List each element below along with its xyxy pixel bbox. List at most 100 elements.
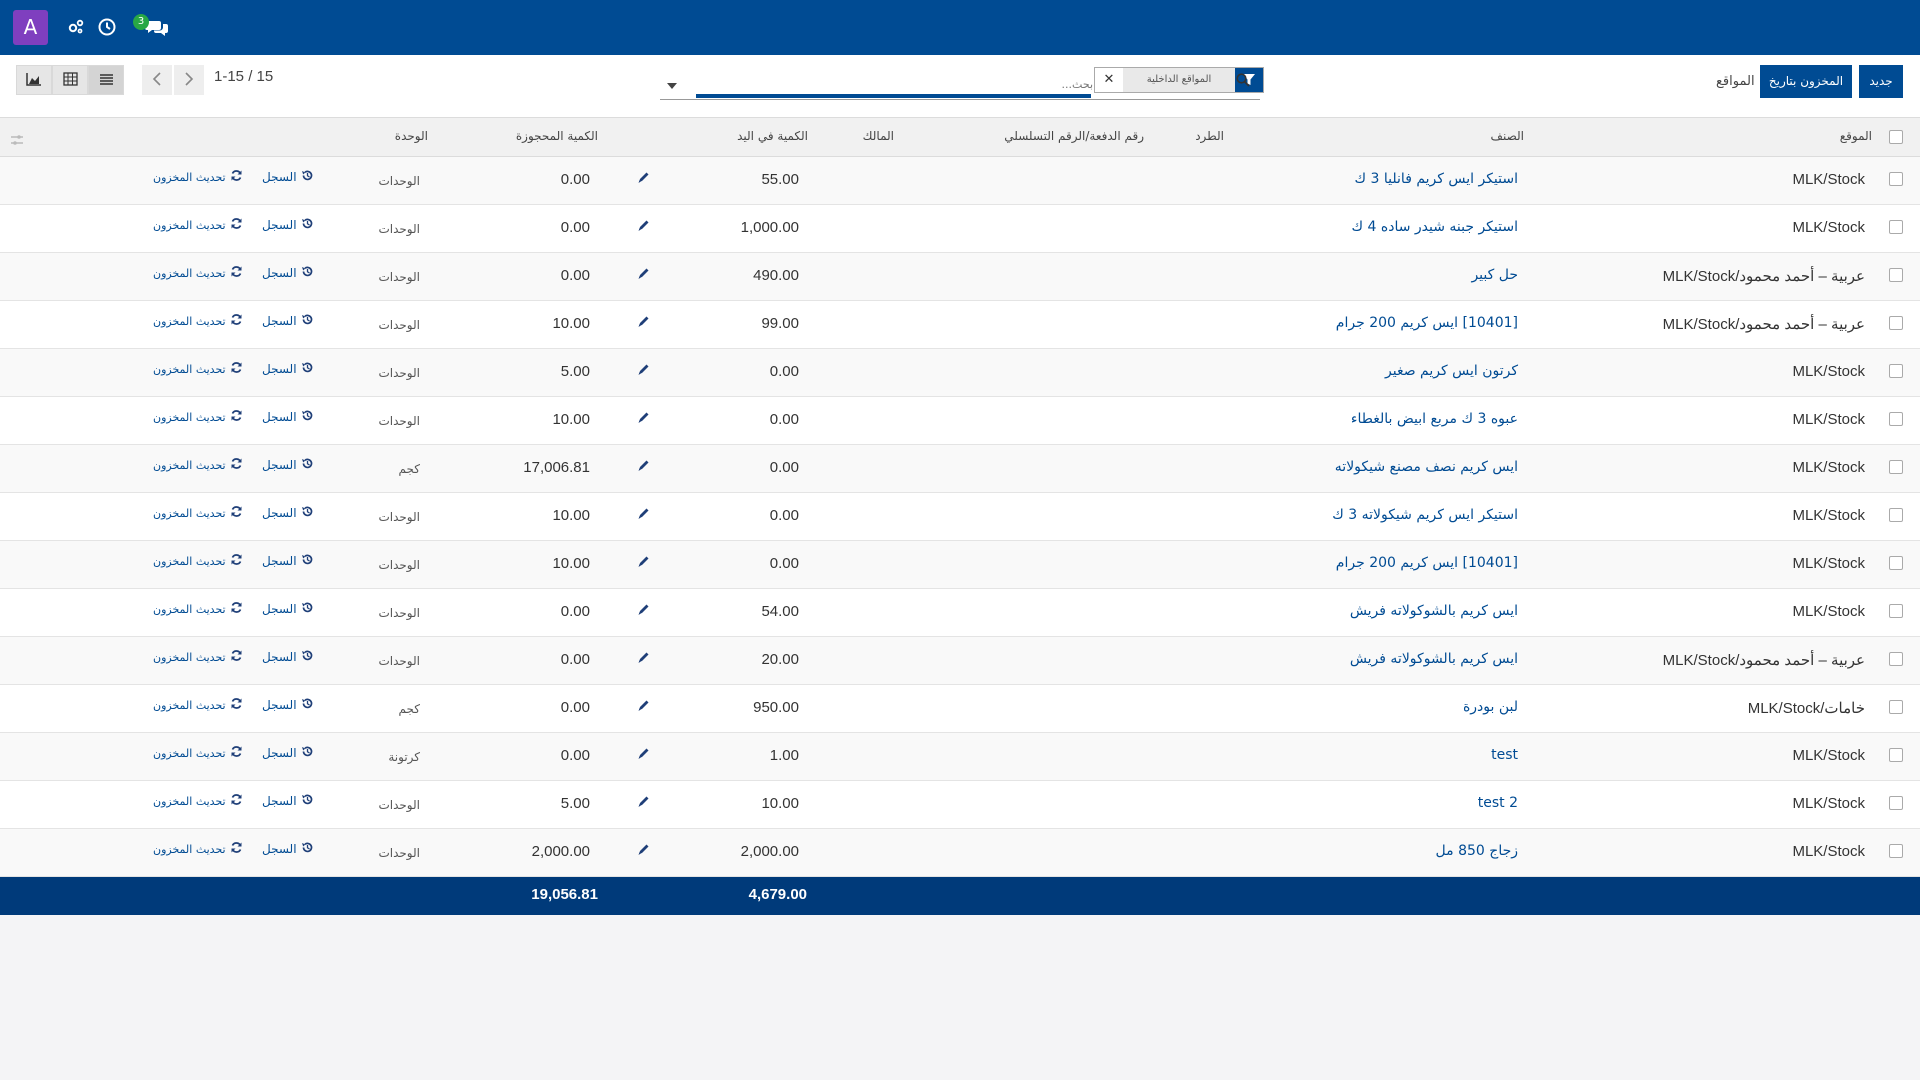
cell-product-link[interactable]: زجاج 850 مل bbox=[1436, 843, 1518, 859]
update-quantity-button[interactable]: تحديث المخزون bbox=[153, 745, 243, 761]
pager-previous-button[interactable] bbox=[142, 65, 172, 95]
table-row[interactable]: MLK/Stock استيكر جبنه شيدر ساده 4 ك 1,000.… bbox=[0, 205, 1920, 253]
history-button[interactable]: السجل bbox=[262, 457, 314, 473]
cell-product-link[interactable]: كرتون ايس كريم صغير bbox=[1385, 363, 1518, 379]
row-checkbox[interactable] bbox=[1889, 412, 1903, 426]
table-row[interactable]: MLK/Stock/عربية – أحمد محمود [10401] ايس … bbox=[0, 301, 1920, 349]
column-settings-icon[interactable] bbox=[10, 131, 24, 150]
history-button[interactable]: السجل bbox=[262, 169, 314, 185]
table-row[interactable]: MLK/Stock زجاج 850 مل 2,000.00 2,000.00 الوح… bbox=[0, 829, 1920, 877]
row-checkbox[interactable] bbox=[1889, 652, 1903, 666]
table-row[interactable]: MLK/Stock عبوه 3 ك مربع ابيض بالغطاء 0.00 1… bbox=[0, 397, 1920, 445]
header-owner[interactable]: المالك bbox=[863, 129, 894, 143]
clock-icon[interactable] bbox=[97, 17, 117, 37]
select-all-checkbox[interactable] bbox=[1889, 130, 1903, 144]
header-qty-on-hand[interactable]: الكمية في اليد bbox=[737, 129, 808, 143]
update-quantity-button[interactable]: تحديث المخزون bbox=[153, 265, 243, 281]
update-quantity-button[interactable]: تحديث المخزون bbox=[153, 505, 243, 521]
update-quantity-button[interactable]: تحديث المخزون bbox=[153, 313, 243, 329]
edit-quantity-icon[interactable] bbox=[637, 361, 651, 375]
update-quantity-button[interactable]: تحديث المخزون bbox=[153, 649, 243, 665]
row-checkbox[interactable] bbox=[1889, 508, 1903, 522]
update-quantity-button[interactable]: تحديث المخزون bbox=[153, 169, 243, 185]
history-button[interactable]: السجل bbox=[262, 361, 314, 377]
update-quantity-button[interactable]: تحديث المخزون bbox=[153, 841, 243, 857]
row-checkbox[interactable] bbox=[1889, 556, 1903, 570]
cell-product-link[interactable]: عبوه 3 ك مربع ابيض بالغطاء bbox=[1351, 411, 1518, 427]
settings-icon[interactable] bbox=[66, 17, 86, 37]
history-button[interactable]: السجل bbox=[262, 649, 314, 665]
update-quantity-button[interactable]: تحديث المخزون bbox=[153, 793, 243, 809]
row-checkbox[interactable] bbox=[1889, 748, 1903, 762]
table-row[interactable]: MLK/Stock كرتون ايس كريم صغير 0.00 5.00 الوح… bbox=[0, 349, 1920, 397]
edit-quantity-icon[interactable] bbox=[637, 601, 651, 615]
table-row[interactable]: MLK/Stock استيكر ايس كريم شيكولاته 3 ك 0.0… bbox=[0, 493, 1920, 541]
pivot-view-button[interactable] bbox=[52, 65, 88, 95]
row-checkbox[interactable] bbox=[1889, 220, 1903, 234]
pager-next-button[interactable] bbox=[174, 65, 204, 95]
table-row[interactable]: MLK/Stock ايس كريم بالشوكولاته فريش 54.00 0… bbox=[0, 589, 1920, 637]
cell-product-link[interactable]: ايس كريم نصف مصنع شيكولاته bbox=[1335, 459, 1518, 475]
edit-quantity-icon[interactable] bbox=[637, 457, 651, 471]
cell-product-link[interactable]: ايس كريم بالشوكولاته فريش bbox=[1350, 603, 1518, 619]
update-quantity-button[interactable]: تحديث المخزون bbox=[153, 697, 243, 713]
header-unit[interactable]: الوحدة bbox=[395, 129, 428, 143]
cell-product-link[interactable]: [10401] ايس كريم 200 جرام bbox=[1336, 315, 1518, 331]
new-button[interactable]: جديد bbox=[1859, 65, 1903, 98]
history-button[interactable]: السجل bbox=[262, 553, 314, 569]
row-checkbox[interactable] bbox=[1889, 172, 1903, 186]
update-quantity-button[interactable]: تحديث المخزون bbox=[153, 601, 243, 617]
cell-product-link[interactable]: لبن بودرة bbox=[1463, 699, 1518, 715]
history-button[interactable]: السجل bbox=[262, 505, 314, 521]
user-avatar[interactable]: A bbox=[13, 10, 48, 45]
cell-product-link[interactable]: استيكر ايس كريم فانليا 3 ك bbox=[1355, 171, 1518, 187]
edit-quantity-icon[interactable] bbox=[637, 265, 651, 279]
edit-quantity-icon[interactable] bbox=[637, 793, 651, 807]
update-quantity-button[interactable]: تحديث المخزون bbox=[153, 217, 243, 233]
header-location[interactable]: الموقع bbox=[1840, 129, 1872, 143]
history-button[interactable]: السجل bbox=[262, 793, 314, 809]
update-quantity-button[interactable]: تحديث المخزون bbox=[153, 553, 243, 569]
cell-product-link[interactable]: [10401] ايس كريم 200 جرام bbox=[1336, 555, 1518, 571]
edit-quantity-icon[interactable] bbox=[637, 553, 651, 567]
update-quantity-button[interactable]: تحديث المخزون bbox=[153, 361, 243, 377]
header-package[interactable]: الطرد bbox=[1195, 129, 1224, 143]
table-row[interactable]: MLK/Stock/خامات لبن بودرة 950.00 0.00 كجم الس… bbox=[0, 685, 1920, 733]
row-checkbox[interactable] bbox=[1889, 604, 1903, 618]
edit-quantity-icon[interactable] bbox=[637, 649, 651, 663]
cell-product-link[interactable]: حل كبير bbox=[1471, 267, 1518, 283]
pager-value[interactable]: 1-15 / 15 bbox=[214, 68, 273, 85]
table-row[interactable]: MLK/Stock استيكر ايس كريم فانليا 3 ك 55.00… bbox=[0, 157, 1920, 205]
row-checkbox[interactable] bbox=[1889, 316, 1903, 330]
row-checkbox[interactable] bbox=[1889, 796, 1903, 810]
search-input[interactable] bbox=[696, 73, 1095, 95]
list-view-button[interactable] bbox=[88, 65, 124, 95]
row-checkbox[interactable] bbox=[1889, 268, 1903, 282]
search-options-toggle[interactable] bbox=[660, 73, 684, 93]
history-button[interactable]: السجل bbox=[262, 745, 314, 761]
header-lot[interactable]: رقم الدفعة/الرقم التسلسلي bbox=[1004, 129, 1144, 143]
table-row[interactable]: MLK/Stock test 1.00 0.00 كرتونة السجل تحديث ال… bbox=[0, 733, 1920, 781]
edit-quantity-icon[interactable] bbox=[637, 505, 651, 519]
edit-quantity-icon[interactable] bbox=[637, 217, 651, 231]
history-button[interactable]: السجل bbox=[262, 265, 314, 281]
history-button[interactable]: السجل bbox=[262, 217, 314, 233]
edit-quantity-icon[interactable] bbox=[637, 313, 651, 327]
edit-quantity-icon[interactable] bbox=[637, 745, 651, 759]
table-row[interactable]: MLK/Stock test 2 10.00 5.00 الوحدات السجل تحدي… bbox=[0, 781, 1920, 829]
table-row[interactable]: MLK/Stock ايس كريم نصف مصنع شيكولاته 0.00 1… bbox=[0, 445, 1920, 493]
row-checkbox[interactable] bbox=[1889, 844, 1903, 858]
table-row[interactable]: MLK/Stock [10401] ايس كريم 200 جرام 0.00 10… bbox=[0, 541, 1920, 589]
facet-remove-icon[interactable]: ✕ bbox=[1095, 68, 1123, 92]
inventory-at-date-button[interactable]: المخزون بتاريخ bbox=[1760, 65, 1852, 98]
row-checkbox[interactable] bbox=[1889, 364, 1903, 378]
edit-quantity-icon[interactable] bbox=[637, 697, 651, 711]
history-button[interactable]: السجل bbox=[262, 841, 314, 857]
edit-quantity-icon[interactable] bbox=[637, 169, 651, 183]
edit-quantity-icon[interactable] bbox=[637, 409, 651, 423]
graph-view-button[interactable] bbox=[16, 65, 52, 95]
header-reserved-qty[interactable]: الكمية المحجوزة bbox=[516, 129, 598, 143]
update-quantity-button[interactable]: تحديث المخزون bbox=[153, 409, 243, 425]
cell-product-link[interactable]: ايس كريم بالشوكولاته فريش bbox=[1350, 651, 1518, 667]
header-product[interactable]: الصنف bbox=[1491, 129, 1524, 143]
